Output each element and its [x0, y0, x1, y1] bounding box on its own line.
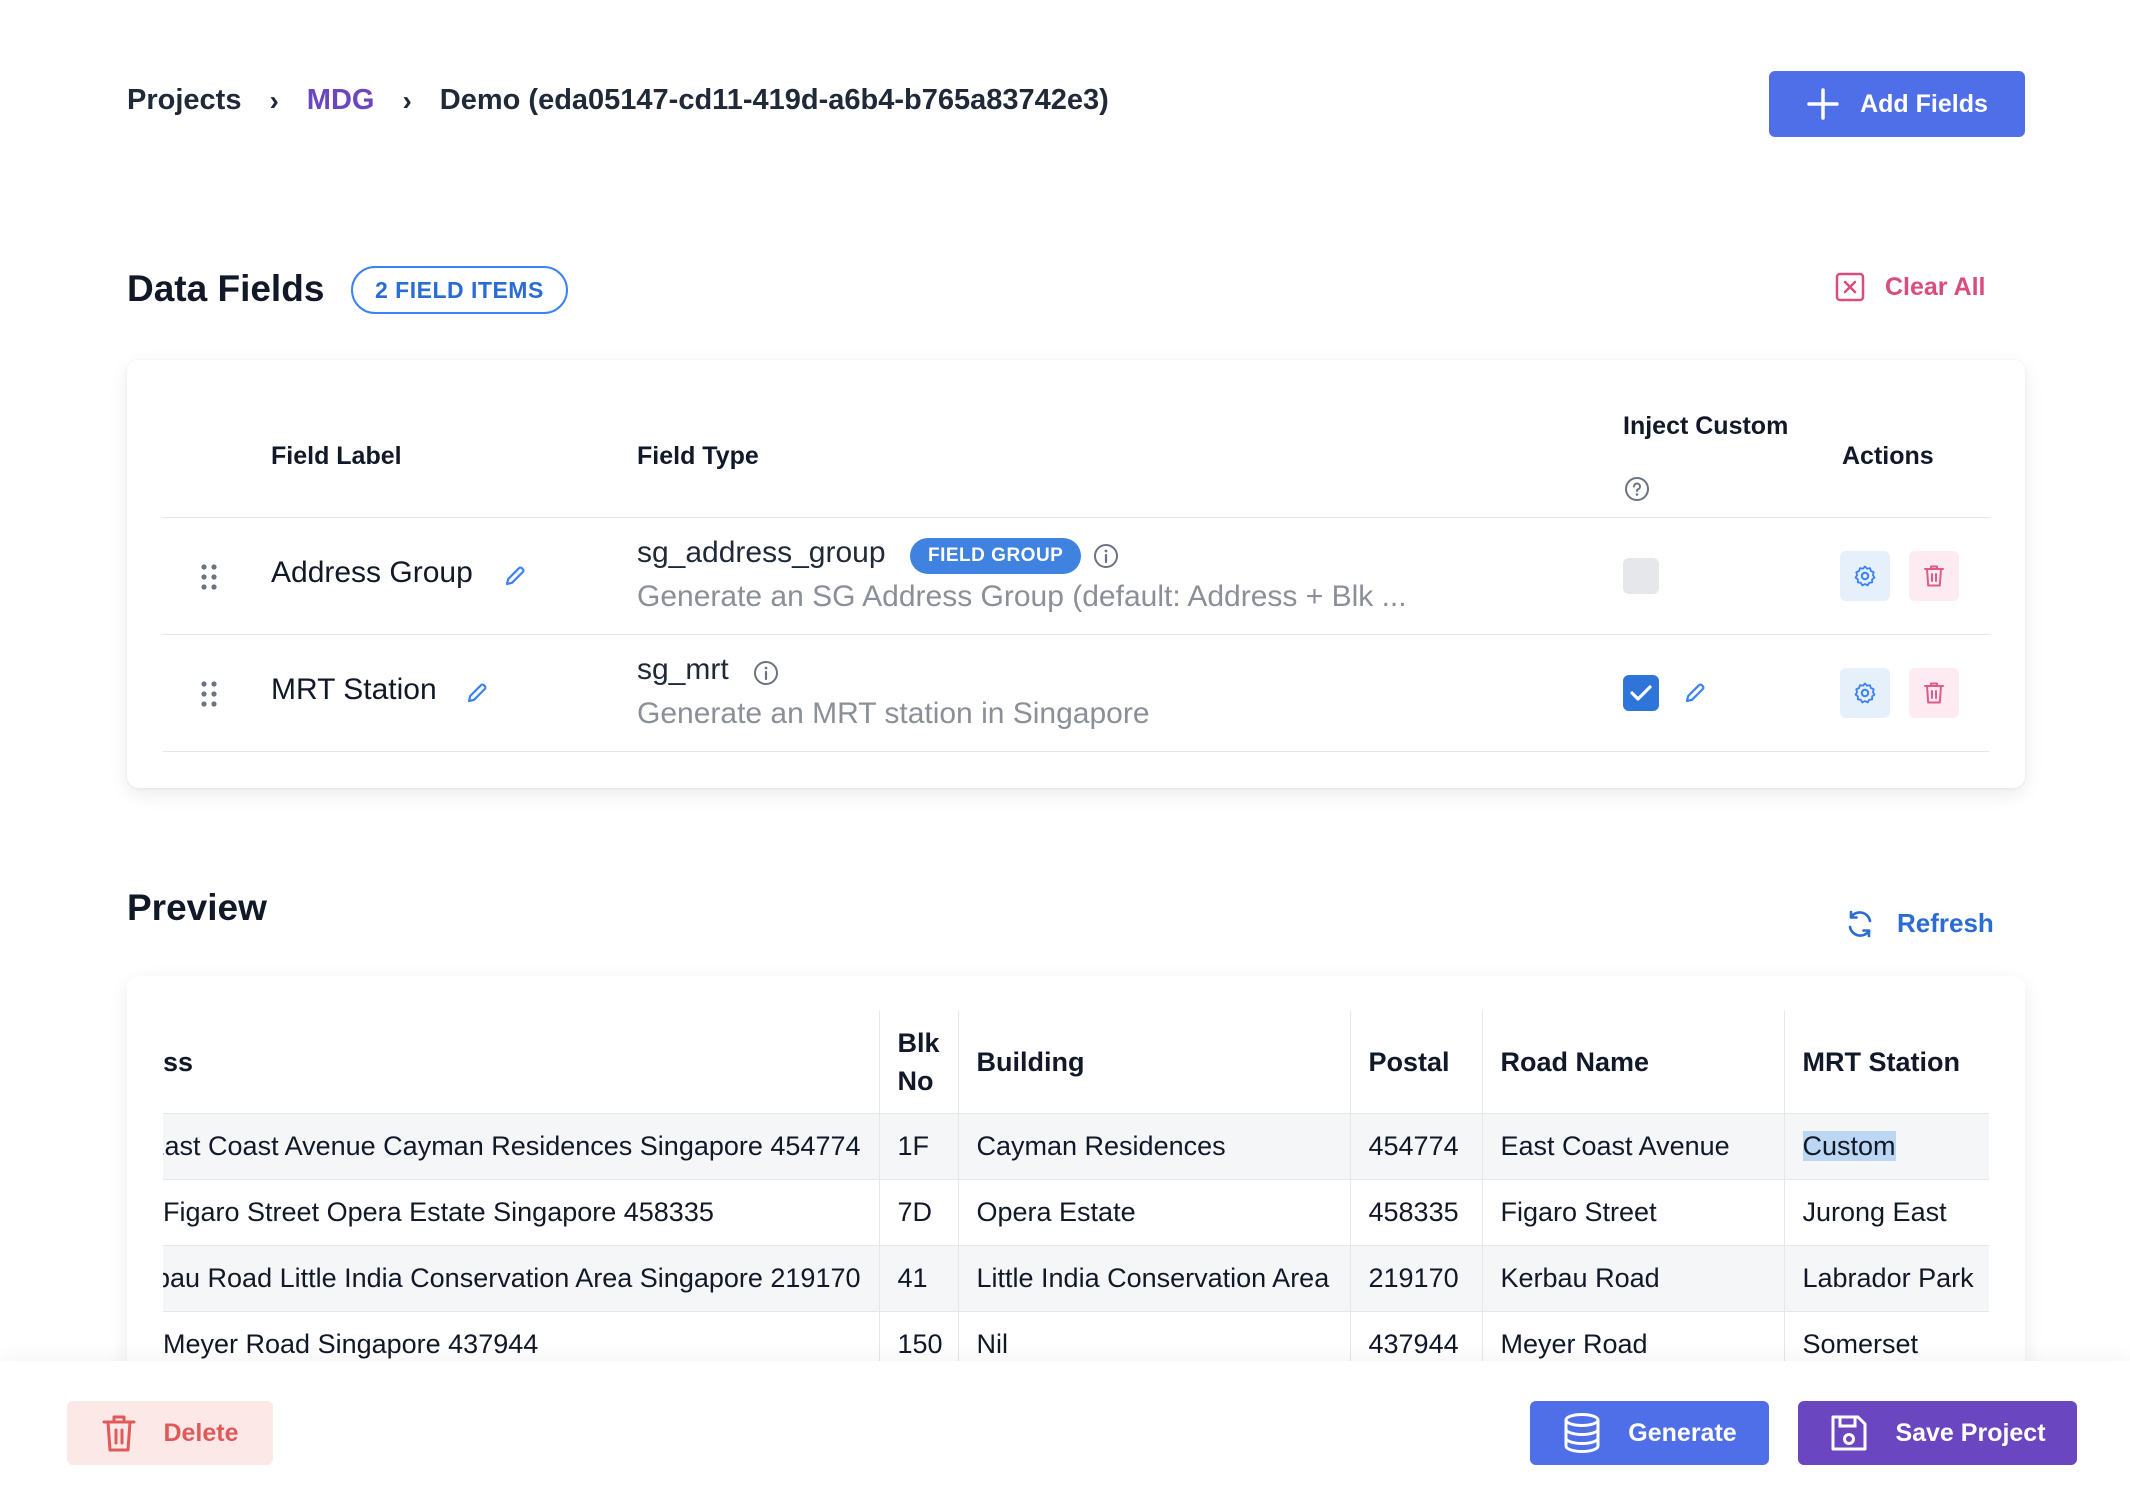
cell-postal: 458335 — [1350, 1178, 1483, 1245]
field-description: Generate an MRT station in Singapore — [637, 697, 1150, 730]
data-fields-title: Data Fields — [127, 268, 325, 309]
pencil-icon[interactable] — [465, 681, 489, 705]
cell-blk-no: 7D — [879, 1178, 959, 1245]
field-row: MRT Station sg_mrt Generate an MRT stati… — [163, 635, 1989, 752]
column-blk-no: Blk No — [879, 1011, 959, 1113]
table-row: Figaro Street Opera Estate Singapore 458… — [163, 1178, 1989, 1245]
cell-blk-no: 1F — [879, 1112, 959, 1179]
breadcrumb-separator: › — [402, 84, 412, 116]
cell-address: Kerbau Road Little India Conservation Ar… — [163, 1244, 880, 1311]
info-icon[interactable] — [753, 660, 779, 686]
table-row: East Coast Avenue Cayman Residences Sing… — [163, 1112, 1989, 1179]
preview-card: ss Blk No Building Postal Road Name MRT … — [127, 976, 2025, 1376]
field-row: Address Group sg_address_group FIELD GRO… — [163, 518, 1989, 635]
cell-building: Cayman Residences — [958, 1112, 1351, 1179]
field-type-name: sg_mrt — [637, 653, 729, 686]
breadcrumb-mdg[interactable]: MDG — [307, 84, 375, 117]
cell-address: East Coast Avenue Cayman Residences Sing… — [163, 1112, 880, 1179]
data-fields-card: Field Label Field Type Inject Custom Act… — [127, 360, 2025, 788]
column-field-label: Field Label — [271, 442, 402, 470]
add-fields-button[interactable]: Add Fields — [1769, 71, 2025, 137]
cell-address: Figaro Street Opera Estate Singapore 458… — [163, 1178, 880, 1245]
field-description: Generate an SG Address Group (default: A… — [637, 580, 1407, 613]
cell-postal: 454774 — [1350, 1112, 1483, 1179]
add-fields-label: Add Fields — [1860, 89, 1988, 118]
column-address: ss — [163, 1011, 880, 1113]
settings-button[interactable] — [1840, 668, 1890, 718]
cell-building: Little India Conservation Area — [958, 1244, 1351, 1311]
database-icon — [1564, 1413, 1600, 1454]
column-road-name: Road Name — [1482, 1011, 1785, 1113]
breadcrumb-separator: › — [269, 84, 279, 116]
save-project-button[interactable]: Save Project — [1798, 1401, 2077, 1465]
close-box-icon — [1835, 272, 1865, 302]
column-mrt-station: MRT Station — [1802, 1046, 1960, 1077]
column-inject-custom: Inject Custom — [1623, 412, 1789, 440]
preview-table: ss Blk No Building Postal Road Name MRT … — [163, 1011, 1989, 1376]
preview-title: Preview — [127, 887, 267, 928]
inject-custom-checkbox[interactable] — [1623, 558, 1659, 594]
table-header: Field Label Field Type Inject Custom Act… — [163, 360, 1989, 518]
data-fields-table: Field Label Field Type Inject Custom Act… — [163, 360, 1989, 752]
field-type-name: sg_address_group — [637, 536, 886, 569]
cell-mrt-station: Custom — [1784, 1112, 1989, 1179]
column-actions: Actions — [1842, 442, 1934, 470]
cell-road-name: Kerbau Road — [1482, 1244, 1785, 1311]
trash-icon — [102, 1415, 136, 1452]
trash-icon — [1924, 682, 1944, 704]
refresh-icon — [1848, 910, 1872, 937]
cell-mrt-station: Labrador Park — [1784, 1244, 1989, 1311]
delete-field-button[interactable] — [1909, 668, 1959, 718]
cell-road-name: Figaro Street — [1482, 1178, 1785, 1245]
breadcrumb-projects[interactable]: Projects — [127, 84, 241, 117]
save-icon — [1831, 1415, 1867, 1451]
inject-custom-checkbox[interactable] — [1623, 675, 1659, 711]
cell-blk-no: 41 — [879, 1244, 959, 1311]
cell-road-name: East Coast Avenue — [1482, 1112, 1785, 1179]
info-icon[interactable] — [1093, 543, 1119, 569]
selected-text: Custom — [1802, 1130, 1896, 1161]
clear-all-button[interactable]: Clear All — [1835, 272, 1986, 302]
plus-icon — [1807, 88, 1839, 120]
trash-icon — [1924, 565, 1944, 587]
page: Projects › MDG › Demo (eda05147-cd11-419… — [0, 0, 2130, 1496]
column-building: Building — [958, 1011, 1351, 1113]
field-count-badge: 2 FIELD ITEMS — [351, 266, 568, 314]
column-postal: Postal — [1350, 1011, 1483, 1113]
help-circle-icon[interactable] — [1624, 476, 1650, 502]
drag-handle-icon[interactable] — [201, 564, 217, 590]
pencil-icon[interactable] — [1683, 681, 1707, 705]
cell-building: Opera Estate — [958, 1178, 1351, 1245]
save-project-label: Save Project — [1895, 1418, 2046, 1447]
breadcrumb: Projects › MDG › Demo (eda05147-cd11-419… — [127, 84, 1109, 117]
settings-button[interactable] — [1840, 551, 1890, 601]
delete-field-button[interactable] — [1909, 551, 1959, 601]
column-field-type: Field Type — [637, 442, 759, 470]
footer-bar: Delete Generate Save Project — [0, 1361, 2130, 1496]
clear-all-label: Clear All — [1885, 272, 1986, 301]
field-label: Address Group — [271, 556, 473, 589]
refresh-button[interactable]: Refresh — [1845, 908, 1994, 939]
generate-label: Generate — [1628, 1418, 1737, 1447]
refresh-label: Refresh — [1897, 908, 1994, 938]
preview-header-row: ss Blk No Building Postal Road Name MRT … — [163, 1011, 1989, 1113]
check-icon — [1630, 685, 1652, 701]
table-row: Kerbau Road Little India Conservation Ar… — [163, 1244, 1989, 1311]
cell-postal: 219170 — [1350, 1244, 1483, 1311]
drag-handle-icon[interactable] — [201, 681, 217, 707]
field-label: MRT Station — [271, 673, 437, 706]
field-group-chip: FIELD GROUP — [910, 538, 1082, 574]
breadcrumb-current-project: Demo (eda05147-cd11-419d-a6b4-b765a83742… — [439, 84, 1109, 116]
gear-icon — [1854, 565, 1876, 587]
gear-icon — [1854, 682, 1876, 704]
delete-button[interactable]: Delete — [67, 1401, 273, 1465]
generate-button[interactable]: Generate — [1530, 1401, 1769, 1465]
pencil-icon[interactable] — [503, 564, 527, 588]
delete-label: Delete — [163, 1418, 239, 1447]
cell-mrt-station: Jurong East — [1784, 1178, 1989, 1245]
